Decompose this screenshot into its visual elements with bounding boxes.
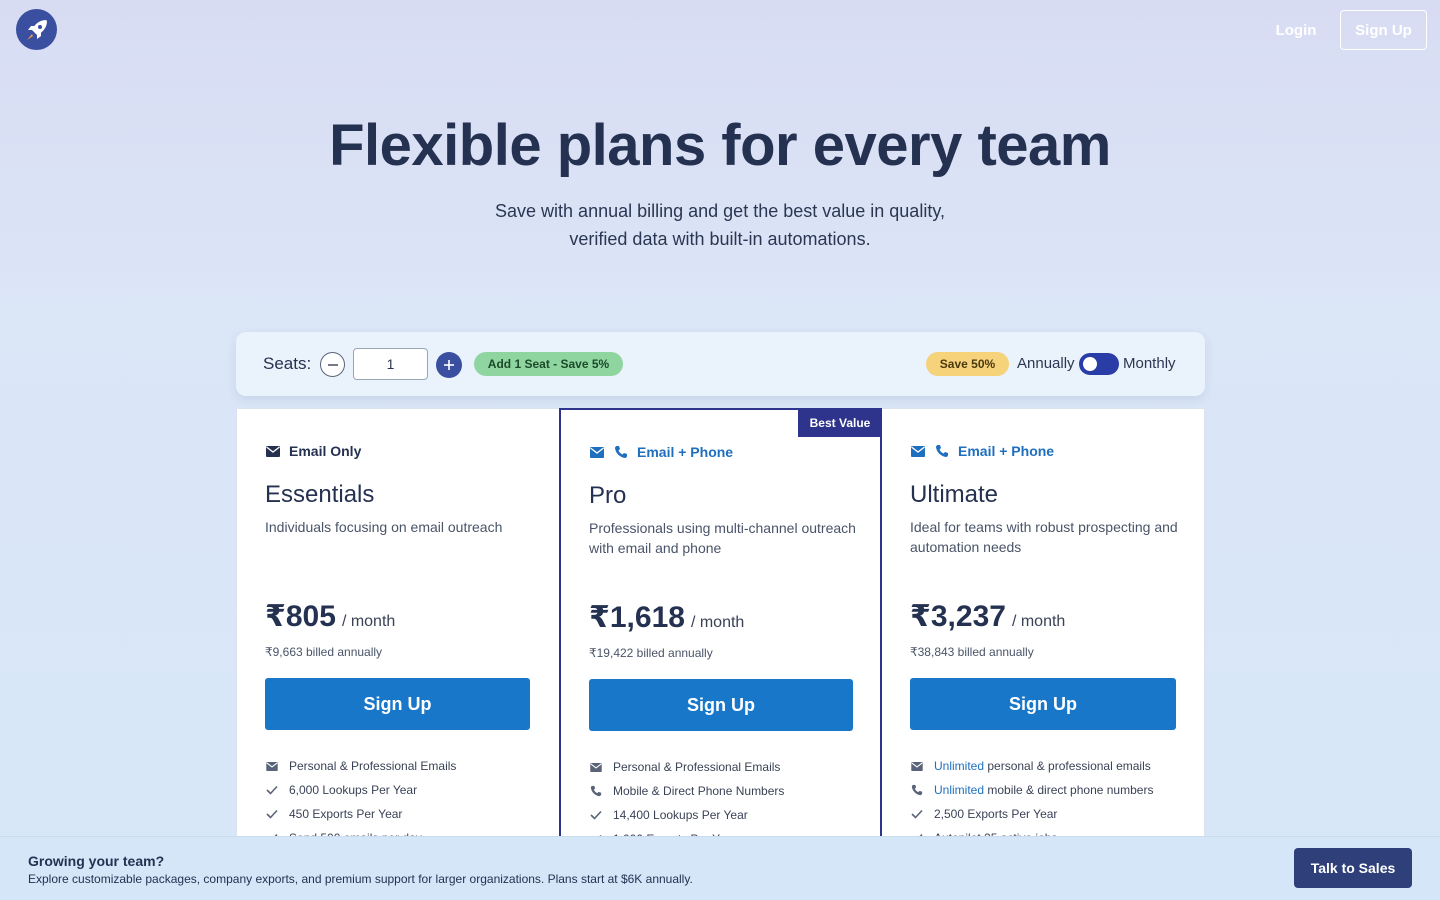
plan-channel: Email + Phone <box>910 443 1054 459</box>
feature-highlight: Unlimited <box>934 759 985 773</box>
plan-description: Individuals focusing on email outreach <box>265 519 503 535</box>
enterprise-banner: Growing your team? Explore customizable … <box>0 836 1440 900</box>
feature-rest: personal & professional emails <box>984 759 1151 773</box>
billing-annually-label[interactable]: Annually <box>1017 355 1075 372</box>
seats-label: Seats: <box>263 354 312 373</box>
plus-icon <box>444 360 454 370</box>
feature-rest: mobile & direct phone numbers <box>984 783 1154 797</box>
toggle-knob <box>1083 357 1097 371</box>
feature-text: Unlimited mobile & direct phone numbers <box>934 783 1153 797</box>
feature-item: Unlimited mobile & direct phone numbers <box>910 778 1153 802</box>
save-badge: Save 50% <box>926 352 1009 376</box>
plan-description: Ideal for teams with robust prospecting … <box>910 519 1178 555</box>
hero-subtitle: Save with annual billing and get the bes… <box>0 197 1440 253</box>
banner-text: Explore customizable packages, company e… <box>28 872 693 886</box>
plan-name: Pro <box>589 482 627 509</box>
phone-icon <box>589 785 603 797</box>
talk-to-sales-button[interactable]: Talk to Sales <box>1294 848 1412 888</box>
envelope-icon <box>910 761 924 771</box>
feature-item: Unlimited personal & professional emails <box>910 754 1153 778</box>
feature-item: 14,400 Lookups Per Year <box>589 803 784 827</box>
billed-annually: ₹38,843 billed annually <box>910 645 1034 659</box>
feature-text: Mobile & Direct Phone Numbers <box>613 784 785 798</box>
feature-text: Unlimited personal & professional emails <box>934 759 1151 773</box>
price-period: / month <box>690 614 745 631</box>
plan-price: ₹805 / month <box>265 599 395 634</box>
check-icon <box>910 809 924 819</box>
plan-channel-label: Email Only <box>289 443 362 459</box>
price-amount: ₹3,237 <box>910 600 1006 633</box>
plan-card-essentials: Email Only Essentials Individuals focusi… <box>237 409 559 849</box>
envelope-icon <box>589 444 605 460</box>
ultimate-signup-button[interactable]: Sign Up <box>910 678 1176 730</box>
plan-description: Professionals using multi-channel outrea… <box>589 520 856 556</box>
page-title: Flexible plans for every team <box>329 113 1111 178</box>
rocket-icon <box>26 19 47 40</box>
billed-annually: ₹9,663 billed annually <box>265 645 383 659</box>
hero-subtitle-line2: verified data with built-in automations. <box>569 229 871 249</box>
feature-text: 2,500 Exports Per Year <box>934 807 1058 821</box>
best-value-badge: Best Value <box>798 409 882 437</box>
feature-text: 6,000 Lookups Per Year <box>289 783 418 797</box>
feature-item: Mobile & Direct Phone Numbers <box>589 779 784 803</box>
seat-increment-button[interactable] <box>436 352 462 378</box>
feature-item: Personal & Professional Emails <box>265 754 456 778</box>
phone-icon <box>910 784 924 796</box>
phone-icon <box>613 444 629 460</box>
feature-text: Personal & Professional Emails <box>289 759 457 773</box>
plan-card-pro: Best Value Email + Phone Pro Professiona… <box>559 408 882 850</box>
pricing-cards: Email Only Essentials Individuals focusi… <box>236 408 1206 850</box>
feature-item: 450 Exports Per Year <box>265 802 456 826</box>
seats-input[interactable] <box>353 348 428 380</box>
plan-name: Essentials <box>265 481 375 508</box>
price-period: / month <box>1011 613 1066 630</box>
feature-item: Personal & Professional Emails <box>589 755 784 779</box>
banner-title: Growing your team? <box>28 853 165 869</box>
price-amount: ₹1,618 <box>589 601 685 634</box>
check-icon <box>265 785 279 795</box>
seat-promo-badge[interactable]: Add 1 Seat - Save 5% <box>474 352 623 376</box>
login-link[interactable]: Login <box>1260 10 1332 50</box>
essentials-signup-button[interactable]: Sign Up <box>265 678 530 730</box>
feature-text: Personal & Professional Emails <box>613 760 781 774</box>
plan-price: ₹3,237 / month <box>910 599 1065 634</box>
check-icon <box>265 809 279 819</box>
plan-card-ultimate: Email + Phone Ultimate Ideal for teams w… <box>882 409 1206 849</box>
seat-decrement-button[interactable] <box>320 352 345 377</box>
price-period: / month <box>341 613 396 630</box>
plan-channel-label: Email + Phone <box>637 444 734 460</box>
check-icon <box>589 810 603 820</box>
plan-channel-label: Email + Phone <box>958 443 1055 459</box>
header-signup-button[interactable]: Sign Up <box>1340 10 1427 50</box>
feature-text: 14,400 Lookups Per Year <box>613 808 748 822</box>
billing-toggle[interactable] <box>1079 353 1119 375</box>
feature-highlight: Unlimited <box>934 783 985 797</box>
plan-price: ₹1,618 / month <box>589 600 744 635</box>
hero-subtitle-line1: Save with annual billing and get the bes… <box>495 201 945 221</box>
billing-monthly-label[interactable]: Monthly <box>1123 355 1176 372</box>
plan-channel: Email + Phone <box>589 444 733 460</box>
plan-channel: Email Only <box>265 443 361 459</box>
phone-icon <box>934 443 950 459</box>
plan-name: Ultimate <box>910 481 999 508</box>
envelope-icon <box>265 761 279 771</box>
envelope-icon <box>910 443 926 459</box>
pro-signup-button[interactable]: Sign Up <box>589 679 853 731</box>
feature-text: 450 Exports Per Year <box>289 807 403 821</box>
minus-icon <box>327 363 338 366</box>
logo[interactable] <box>16 9 57 50</box>
feature-item: 6,000 Lookups Per Year <box>265 778 456 802</box>
feature-item: 2,500 Exports Per Year <box>910 802 1153 826</box>
envelope-icon <box>265 443 281 459</box>
billed-annually: ₹19,422 billed annually <box>589 646 713 660</box>
envelope-icon <box>589 762 603 772</box>
price-amount: ₹805 <box>265 600 336 633</box>
